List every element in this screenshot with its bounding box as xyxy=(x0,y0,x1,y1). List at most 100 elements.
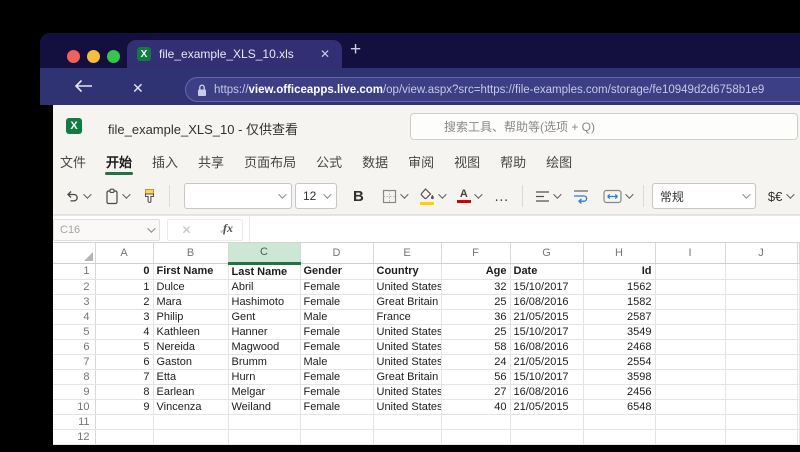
cell-J3[interactable] xyxy=(725,294,798,310)
cell-B2[interactable]: Dulce xyxy=(153,279,229,295)
select-all-button[interactable] xyxy=(53,243,96,264)
column-header-H[interactable]: H xyxy=(583,243,656,264)
cell-I10[interactable] xyxy=(655,399,726,415)
cell-I5[interactable] xyxy=(655,324,726,340)
cell-C6[interactable]: Magwood xyxy=(228,339,301,355)
cell-F9[interactable]: 27 xyxy=(441,384,511,400)
cell-C10[interactable]: Weiland xyxy=(228,399,301,415)
column-header-I[interactable]: I xyxy=(655,243,726,264)
undo-button[interactable] xyxy=(60,185,93,207)
cell-I7[interactable] xyxy=(655,354,726,370)
cell-I1[interactable] xyxy=(655,263,726,280)
cell-D8[interactable]: Female xyxy=(300,369,374,385)
cell-A8[interactable]: 7 xyxy=(95,369,154,385)
cell-B9[interactable]: Earlean xyxy=(153,384,229,400)
menu-item-7[interactable]: 审阅 xyxy=(408,149,434,177)
cell-E12[interactable] xyxy=(373,429,442,445)
row-header-9[interactable]: 9 xyxy=(53,384,96,400)
cell-B12[interactable] xyxy=(153,429,229,445)
cell-G3[interactable]: 16/08/2016 xyxy=(510,294,584,310)
cell-J11[interactable] xyxy=(725,414,798,430)
cell-J7[interactable] xyxy=(725,354,798,370)
close-window-button[interactable] xyxy=(67,50,80,63)
cell-B6[interactable]: Nereida xyxy=(153,339,229,355)
font-color-button[interactable]: A xyxy=(453,186,484,206)
cell-B3[interactable]: Mara xyxy=(153,294,229,310)
cell-G7[interactable]: 21/05/2015 xyxy=(510,354,584,370)
cell-C3[interactable]: Hashimoto xyxy=(228,294,301,310)
cell-E8[interactable]: Great Britain xyxy=(373,369,442,385)
cell-J5[interactable] xyxy=(725,324,798,340)
cell-E9[interactable]: United States xyxy=(373,384,442,400)
cancel-icon[interactable]: ✕ xyxy=(181,223,191,237)
align-button[interactable] xyxy=(531,187,563,206)
row-header-4[interactable]: 4 xyxy=(53,309,96,325)
cell-F1[interactable]: Age xyxy=(441,263,511,280)
cell-I11[interactable] xyxy=(655,414,726,430)
format-painter-button[interactable] xyxy=(138,185,161,208)
cell-I8[interactable] xyxy=(655,369,726,385)
column-header-A[interactable]: A xyxy=(95,243,154,264)
zoom-window-button[interactable] xyxy=(107,50,120,63)
cell-J12[interactable] xyxy=(725,429,798,445)
column-header-B[interactable]: B xyxy=(153,243,229,264)
cell-H11[interactable] xyxy=(583,414,656,430)
cell-A12[interactable] xyxy=(95,429,154,445)
cell-D1[interactable]: Gender xyxy=(300,263,374,280)
cell-D11[interactable] xyxy=(300,414,374,430)
cell-A3[interactable]: 2 xyxy=(95,294,154,310)
cell-F5[interactable]: 25 xyxy=(441,324,511,340)
column-header-E[interactable]: E xyxy=(373,243,442,264)
cell-C5[interactable]: Hanner xyxy=(228,324,301,340)
cell-A10[interactable]: 9 xyxy=(95,399,154,415)
cell-J9[interactable] xyxy=(725,384,798,400)
cell-I3[interactable] xyxy=(655,294,726,310)
row-header-7[interactable]: 7 xyxy=(53,354,96,370)
menu-item-9[interactable]: 帮助 xyxy=(500,149,526,177)
cell-A6[interactable]: 5 xyxy=(95,339,154,355)
cell-D10[interactable]: Female xyxy=(300,399,374,415)
cell-B4[interactable]: Philip xyxy=(153,309,229,325)
cell-H4[interactable]: 2587 xyxy=(583,309,656,325)
cell-F10[interactable]: 40 xyxy=(441,399,511,415)
cell-I12[interactable] xyxy=(655,429,726,445)
search-input[interactable]: 搜索工具、帮助等(选项 + Q) xyxy=(410,113,798,140)
back-icon[interactable] xyxy=(73,78,94,94)
cell-F8[interactable]: 56 xyxy=(441,369,511,385)
row-header-11[interactable]: 11 xyxy=(53,414,96,430)
row-header-10[interactable]: 10 xyxy=(53,399,96,415)
column-header-J[interactable]: J xyxy=(725,243,798,264)
fill-color-button[interactable] xyxy=(415,185,448,208)
cell-B11[interactable] xyxy=(153,414,229,430)
browser-tab[interactable]: X file_example_XLS_10.xls ✕ xyxy=(127,40,342,68)
cell-B10[interactable]: Vincenza xyxy=(153,399,229,415)
cell-C2[interactable]: Abril xyxy=(228,279,301,295)
cell-D12[interactable] xyxy=(300,429,374,445)
cell-G12[interactable] xyxy=(510,429,584,445)
cell-G1[interactable]: Date xyxy=(510,263,584,280)
cell-J1[interactable] xyxy=(725,263,798,280)
cell-F7[interactable]: 24 xyxy=(441,354,511,370)
menu-item-2[interactable]: 插入 xyxy=(152,149,178,177)
cell-H1[interactable]: Id xyxy=(583,263,656,280)
cell-G2[interactable]: 15/10/2017 xyxy=(510,279,584,295)
cell-G9[interactable]: 16/08/2016 xyxy=(510,384,584,400)
cell-A11[interactable] xyxy=(95,414,154,430)
cell-E7[interactable]: United States xyxy=(373,354,442,370)
cell-H3[interactable]: 1582 xyxy=(583,294,656,310)
menu-item-10[interactable]: 绘图 xyxy=(546,149,572,177)
paste-button[interactable] xyxy=(101,185,132,208)
cell-E1[interactable]: Country xyxy=(373,263,442,280)
more-options-button[interactable]: … xyxy=(490,188,514,205)
column-header-G[interactable]: G xyxy=(510,243,584,264)
cell-E10[interactable]: United States xyxy=(373,399,442,415)
insert-function-icon[interactable]: fx xyxy=(223,221,233,236)
cell-E4[interactable]: France xyxy=(373,309,442,325)
cell-G6[interactable]: 16/08/2016 xyxy=(510,339,584,355)
cell-I2[interactable] xyxy=(655,279,726,295)
cell-J6[interactable] xyxy=(725,339,798,355)
cell-J10[interactable] xyxy=(725,399,798,415)
cell-H8[interactable]: 3598 xyxy=(583,369,656,385)
cell-F12[interactable] xyxy=(441,429,511,445)
cell-B8[interactable]: Etta xyxy=(153,369,229,385)
